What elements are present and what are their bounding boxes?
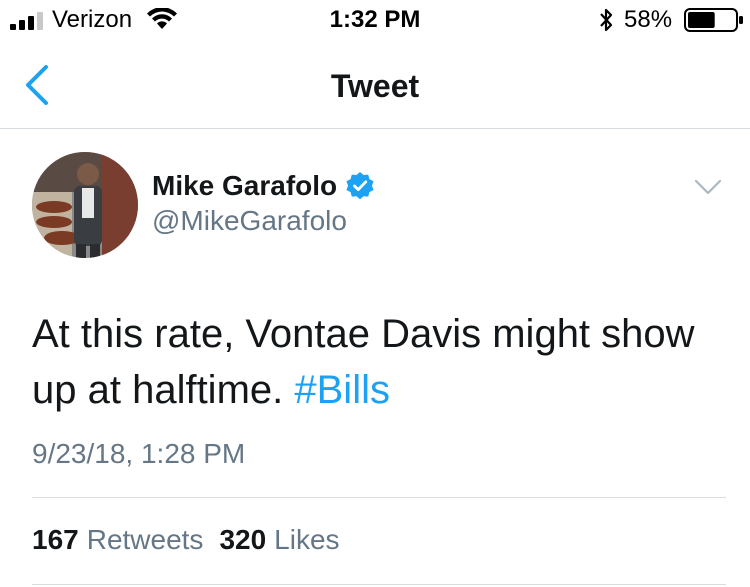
retweets-label: Retweets [86,524,204,555]
tweet-text: At this rate, Vontae Davis might show up… [32,306,722,418]
hashtag-link[interactable]: #Bills [294,368,390,412]
retweets-count: 167 [32,524,79,555]
nav-bar: Tweet [0,40,750,129]
author-handle[interactable]: @MikeGarafolo [152,205,347,237]
page-title: Tweet [330,68,420,104]
author-row: Mike Garafolo [152,168,375,204]
retweets-stat[interactable]: 167 Retweets [32,524,203,556]
battery-icon [684,8,743,32]
tweet-timestamp[interactable]: 9/23/18, 1:28 PM [32,438,245,470]
divider [32,497,726,498]
likes-label: Likes [274,524,340,555]
bluetooth-icon [600,8,613,32]
divider [32,584,726,585]
avatar-image [32,152,138,258]
author-name[interactable]: Mike Garafolo [152,170,337,202]
avatar[interactable] [32,152,138,258]
tweet-stats: 167 Retweets 320 Likes [32,524,340,556]
likes-stat[interactable]: 320 Likes [219,524,339,556]
chevron-down-icon[interactable] [694,178,722,196]
status-bar: Verizon 1:32 PM 58% [0,0,750,40]
likes-count: 320 [219,524,267,555]
verified-badge-icon [346,172,374,200]
battery-percent: 58% [624,6,673,33]
